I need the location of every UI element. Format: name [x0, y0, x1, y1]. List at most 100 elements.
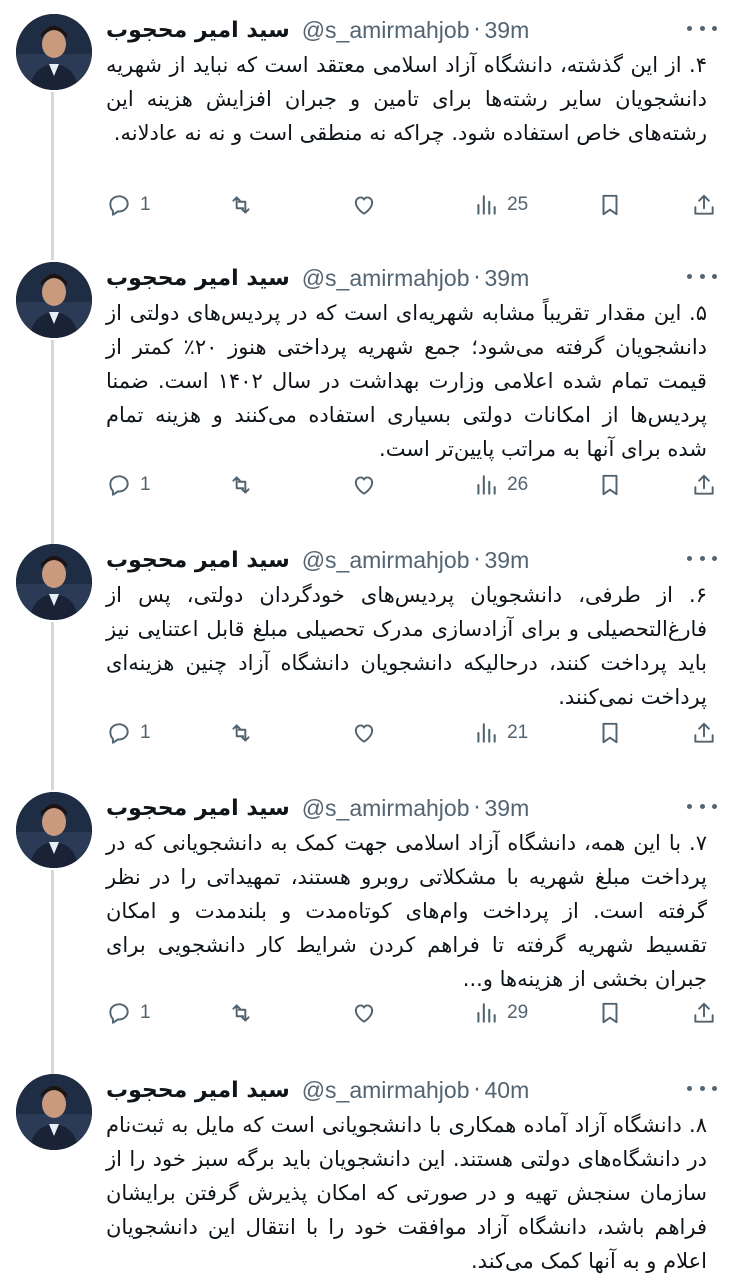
tweet[interactable]: سید امیر محجوب @s_amirmahjob · 39m ۶. از… — [0, 540, 735, 790]
separator: · — [473, 547, 481, 573]
avatar[interactable] — [16, 262, 92, 338]
action-bar: 1 29 — [106, 996, 717, 1030]
username[interactable]: @s_amirmahjob — [302, 1077, 470, 1104]
timestamp[interactable]: 40m — [485, 1077, 530, 1104]
like-icon — [354, 724, 373, 743]
reply-count: 1 — [140, 474, 151, 495]
tweet-header: سید امیر محجوب @s_amirmahjob · 39m — [106, 788, 675, 828]
share-button[interactable] — [691, 472, 717, 498]
like-button[interactable] — [351, 720, 405, 746]
avatar[interactable] — [16, 14, 92, 90]
repost-button[interactable] — [228, 720, 282, 746]
like-icon — [354, 476, 373, 495]
tweet[interactable]: سید امیر محجوب @s_amirmahjob · 39m ۵. ای… — [0, 258, 735, 546]
views-button[interactable]: 25 — [473, 192, 528, 218]
action-bar: 1 26 — [106, 468, 717, 502]
more-icon[interactable] — [687, 18, 717, 38]
more-icon[interactable] — [687, 548, 717, 568]
views-button[interactable]: 29 — [473, 1000, 528, 1026]
separator: · — [473, 795, 481, 821]
reply-button[interactable]: 1 — [106, 192, 160, 218]
reply-icon — [109, 195, 129, 216]
separator: · — [473, 17, 481, 43]
views-count: 25 — [507, 194, 529, 215]
tweet-header: سید امیر محجوب @s_amirmahjob · 39m — [106, 258, 675, 298]
username[interactable]: @s_amirmahjob — [302, 547, 470, 574]
timestamp[interactable]: 39m — [485, 547, 530, 574]
thread-line — [51, 340, 54, 546]
tweet-text: ۶. از طرفی، دانشجویان پردیس‌های خودگردان… — [106, 583, 707, 709]
like-button[interactable] — [351, 192, 405, 218]
repost-icon — [232, 476, 250, 494]
like-icon — [354, 196, 373, 215]
separator: · — [473, 265, 481, 291]
username[interactable]: @s_amirmahjob — [302, 265, 470, 292]
views-icon — [477, 195, 496, 215]
bookmark-button[interactable] — [597, 472, 623, 498]
timestamp[interactable]: 39m — [485, 17, 530, 44]
share-icon — [694, 1002, 714, 1023]
like-button[interactable] — [351, 472, 405, 498]
display-name[interactable]: سید امیر محجوب — [106, 266, 290, 291]
tweet[interactable]: سید امیر محجوب @s_amirmahjob · 40m ۸. دا… — [0, 1070, 735, 1280]
more-icon[interactable] — [687, 266, 717, 286]
display-name[interactable]: سید امیر محجوب — [106, 18, 290, 43]
share-icon — [694, 474, 714, 495]
display-name[interactable]: سید امیر محجوب — [106, 1078, 290, 1103]
repost-button[interactable] — [228, 192, 282, 218]
avatar-image — [16, 262, 92, 338]
reply-icon — [109, 475, 129, 496]
avatar[interactable] — [16, 1074, 92, 1150]
reply-icon — [109, 723, 129, 744]
reply-count: 1 — [140, 1002, 151, 1023]
bookmark-icon — [602, 722, 618, 744]
avatar-image — [16, 544, 92, 620]
bookmark-button[interactable] — [597, 1000, 623, 1026]
reply-button[interactable]: 1 — [106, 472, 160, 498]
avatar-image — [16, 792, 92, 868]
reply-button[interactable]: 1 — [106, 1000, 160, 1026]
tweet-header: سید امیر محجوب @s_amirmahjob · 39m — [106, 10, 675, 50]
avatar-image — [16, 14, 92, 90]
display-name[interactable]: سید امیر محجوب — [106, 548, 290, 573]
bookmark-button[interactable] — [597, 720, 623, 746]
bookmark-button[interactable] — [597, 192, 623, 218]
share-icon — [694, 722, 714, 743]
tweet-text: ۸. دانشگاه آزاد آماده همکاری با دانشجویا… — [106, 1113, 707, 1273]
tweet-text: ۵. این مقدار تقریباً مشابه شهریه‌ای است … — [106, 301, 708, 461]
tweet-text: ۴. از این گذشته، دانشگاه آزاد اسلامی معت… — [106, 53, 707, 145]
reply-button[interactable]: 1 — [106, 720, 160, 746]
share-button[interactable] — [691, 1000, 717, 1026]
repost-button[interactable] — [228, 472, 282, 498]
tweet-header: سید امیر محجوب @s_amirmahjob · 40m — [106, 1070, 675, 1110]
repost-icon — [232, 1004, 250, 1022]
thread-line — [51, 92, 54, 260]
like-button[interactable] — [351, 1000, 405, 1026]
bookmark-icon — [602, 194, 618, 216]
timestamp[interactable]: 39m — [485, 795, 530, 822]
share-button[interactable] — [691, 192, 717, 218]
views-count: 29 — [507, 1002, 529, 1023]
views-count: 21 — [507, 722, 529, 743]
action-bar: 1 25 — [106, 188, 717, 222]
action-bar: 1 21 — [106, 716, 717, 750]
tweet[interactable]: سید امیر محجوب @s_amirmahjob · 39m ۴. از… — [0, 10, 735, 260]
username[interactable]: @s_amirmahjob — [302, 17, 470, 44]
like-icon — [354, 1004, 373, 1023]
thread-line — [51, 870, 54, 1076]
username[interactable]: @s_amirmahjob — [302, 795, 470, 822]
views-icon — [477, 475, 496, 495]
views-button[interactable]: 26 — [473, 472, 528, 498]
views-button[interactable]: 21 — [473, 720, 528, 746]
separator: · — [473, 1077, 481, 1103]
more-icon[interactable] — [687, 796, 717, 816]
repost-button[interactable] — [228, 1000, 282, 1026]
timestamp[interactable]: 39m — [485, 265, 530, 292]
share-button[interactable] — [691, 720, 717, 746]
display-name[interactable]: سید امیر محجوب — [106, 796, 290, 821]
repost-icon — [232, 196, 250, 214]
more-icon[interactable] — [687, 1078, 717, 1098]
avatar[interactable] — [16, 544, 92, 620]
tweet[interactable]: سید امیر محجوب @s_amirmahjob · 39m ۷. با… — [0, 788, 735, 1076]
avatar[interactable] — [16, 792, 92, 868]
